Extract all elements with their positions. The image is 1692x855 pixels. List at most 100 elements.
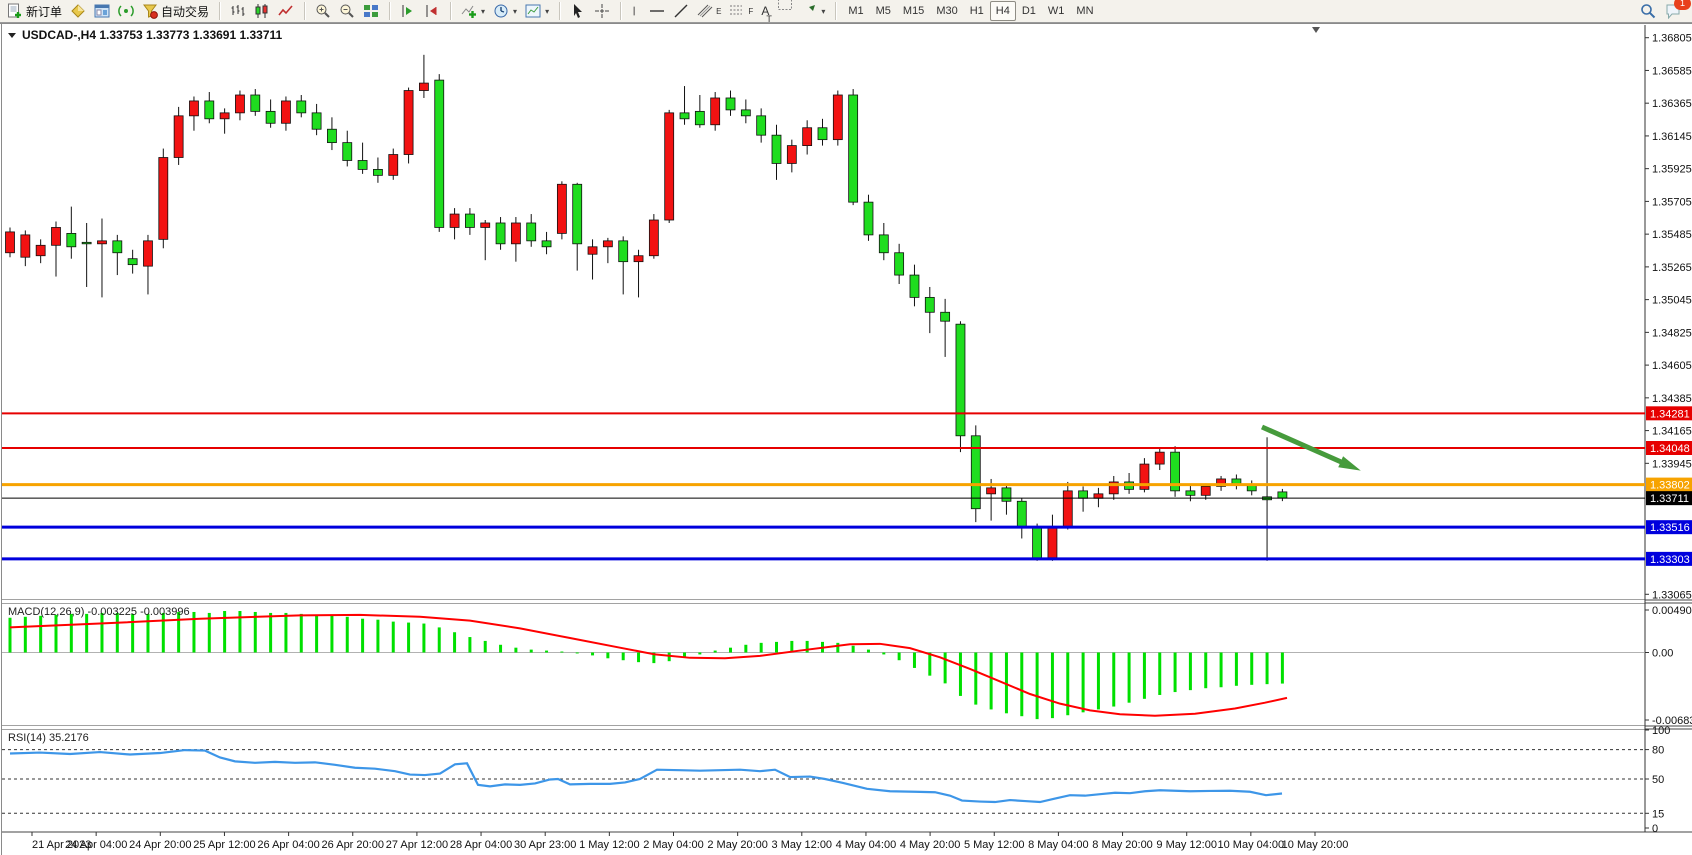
notification-badge: 1: [1674, 0, 1691, 10]
candle-body: [1155, 452, 1164, 464]
market-watch-button[interactable]: [66, 0, 90, 22]
candle-body: [1033, 527, 1042, 558]
cursor-icon: [570, 3, 586, 19]
candle-body: [1186, 491, 1195, 495]
candlestick-chart-icon: [254, 3, 270, 19]
time-axis-label: 28 Apr 04:00: [450, 839, 512, 851]
timeframe-button-m5[interactable]: M5: [870, 1, 897, 21]
signal-button[interactable]: [114, 0, 138, 22]
timeframe-button-mn[interactable]: MN: [1070, 1, 1099, 21]
candle-body: [21, 235, 30, 257]
market-watch-icon: [70, 3, 86, 19]
time-axis-label: 26 Apr 04:00: [257, 839, 319, 851]
notifications-button[interactable]: 1: [1660, 0, 1686, 22]
candle-body: [1094, 494, 1103, 498]
candle-body: [205, 101, 214, 119]
auto-scroll-button[interactable]: [420, 0, 444, 22]
candle-body: [987, 488, 996, 494]
periods-button[interactable]: ▾: [489, 0, 521, 22]
chart-shift-button[interactable]: [396, 0, 420, 22]
horizontal-line-icon: [649, 3, 665, 19]
new-order-button[interactable]: 新订单: [2, 0, 66, 22]
chevron-down-icon: ▾: [513, 7, 517, 16]
fibonacci-button[interactable]: F: [725, 0, 757, 22]
price-tick-label: 1.33945: [1652, 458, 1692, 470]
macd-axis-label: 0.004901: [1652, 605, 1692, 617]
navigator-button[interactable]: [90, 0, 114, 22]
time-axis-label: 30 Apr 23:00: [514, 839, 576, 851]
price-tick-label: 1.35045: [1652, 295, 1692, 307]
arrows-tool-button[interactable]: ▾: [797, 0, 829, 22]
main-toolbar: 新订单自动交易 ▾▾▾ EFAT▾ M1M5M15M30H1H4D1W1MN 1: [0, 0, 1692, 23]
timeframe-button-w1[interactable]: W1: [1042, 1, 1071, 21]
time-axis-label: 1 May 12:00: [579, 839, 640, 851]
zoom-out-button[interactable]: [335, 0, 359, 22]
horizontal-line-button[interactable]: [645, 0, 669, 22]
candle-body: [895, 253, 904, 275]
time-axis-label: 24 Apr 20:00: [129, 839, 191, 851]
candle-body: [36, 245, 45, 255]
time-axis-label: 8 May 20:00: [1092, 839, 1153, 851]
rsi-axis-label: 0: [1652, 823, 1658, 835]
line-chart-button[interactable]: [274, 0, 298, 22]
chevron-down-icon: ▾: [481, 7, 485, 16]
candlestick-chart-button[interactable]: [250, 0, 274, 22]
new-order-button-label: 新订单: [26, 3, 62, 20]
candle-body: [82, 242, 91, 243]
candle-body: [235, 95, 244, 113]
timeframe-button-m15[interactable]: M15: [897, 1, 930, 21]
time-axis-label: 27 Apr 12:00: [386, 839, 448, 851]
timeframe-button-m1[interactable]: M1: [842, 1, 869, 21]
timeframe-button-d1[interactable]: D1: [1016, 1, 1042, 21]
time-axis-label: 4 May 20:00: [900, 839, 961, 851]
tile-windows-button[interactable]: [359, 0, 383, 22]
candle-body: [281, 101, 290, 123]
trendline-button[interactable]: [669, 0, 693, 22]
search-button[interactable]: [1636, 0, 1660, 22]
pane-splitter[interactable]: [2, 600, 1645, 603]
candle-body: [1201, 486, 1210, 495]
time-axis-label: 10 May 20:00: [1282, 839, 1349, 851]
price-level-label-text: 1.33516: [1650, 522, 1690, 534]
timeframe-button-h1[interactable]: H1: [964, 1, 990, 21]
candle-body: [864, 202, 873, 235]
indicators-button[interactable]: ▾: [457, 0, 489, 22]
zoom-in-button[interactable]: [311, 0, 335, 22]
price-tick-label: 1.35265: [1652, 262, 1692, 274]
price-tick-label: 1.36365: [1652, 98, 1692, 110]
templates-button[interactable]: ▾: [521, 0, 553, 22]
price-tick-label: 1.34605: [1652, 360, 1692, 372]
crosshair-button[interactable]: [590, 0, 614, 22]
bar-chart-button[interactable]: [226, 0, 250, 22]
equidistant-channel-button[interactable]: E: [693, 0, 725, 22]
candle-body: [803, 128, 812, 146]
candle-body: [481, 223, 490, 227]
auto-trading-icon: [142, 3, 158, 19]
price-tick-label: 1.36585: [1652, 65, 1692, 77]
current-price-label-text: 1.33711: [1650, 493, 1689, 505]
candle-body: [113, 241, 122, 253]
timeframe-button-h4[interactable]: H4: [990, 1, 1016, 21]
cursor-button[interactable]: [566, 0, 590, 22]
candle-body: [879, 235, 888, 253]
candle-body: [251, 95, 260, 111]
candle-body: [680, 113, 689, 119]
candle-body: [450, 214, 459, 227]
chart-shift-icon: [400, 3, 416, 19]
candle-body: [634, 256, 643, 262]
timeframe-button-m30[interactable]: M30: [930, 1, 963, 21]
trendline-icon: [673, 3, 689, 19]
candle-body: [312, 113, 321, 129]
price-level-label-text: 1.33802: [1650, 480, 1690, 492]
candle-body: [557, 184, 566, 233]
price-tick-label: 1.35925: [1652, 164, 1692, 176]
vertical-line-button[interactable]: [627, 0, 645, 22]
candle-body: [925, 297, 934, 312]
candle-body: [97, 241, 106, 244]
time-axis-label: 24 Apr 04:00: [65, 839, 127, 851]
auto-trading-button[interactable]: 自动交易: [138, 0, 213, 22]
candle-body: [67, 233, 76, 246]
auto-scroll-icon: [424, 3, 440, 19]
text-label-button[interactable]: T: [773, 0, 797, 22]
pane-splitter[interactable]: [2, 726, 1645, 729]
